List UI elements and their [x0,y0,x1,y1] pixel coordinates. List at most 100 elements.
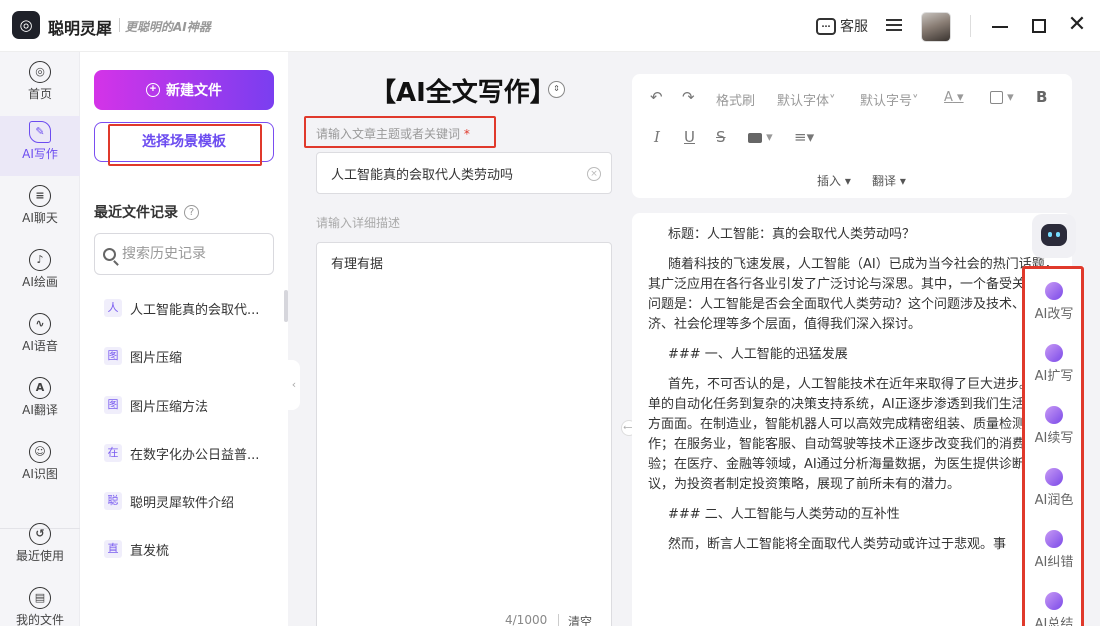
mode-switch-icon[interactable]: ⇕ [548,81,565,98]
char-count: 4/1000 [505,613,548,626]
nav-item-ai-image-recognition[interactable]: ☺ AI识图 [0,436,80,496]
file-label: 人工智能真的会取代... [130,302,260,318]
article-paragraph: ### 一、人工智能的迅猛发展 [668,347,848,362]
underline-button[interactable]: U [684,128,695,146]
editor-toolbar: ↶ ↷ 格式刷 默认字体˅ 默认字号˅ A ▾ ▾ B I U S ▾ ≡▾ 插… [632,74,1072,198]
file-tag-icon: 聪 [104,492,122,510]
highlight-icon [990,91,1003,104]
topic-input[interactable]: 人工智能真的会取代人类劳动吗 × [316,152,612,194]
left-nav: ◎ 首页 ✎ AI写作 ≡ AI聊天 ♪ AI绘画 ∿ AI语音 A AI翻译 … [0,52,80,626]
article-paragraph: 首先，不可否认的是，人工智能技术在近年来取得了巨大进步。从简单的自动化任务到复杂… [648,377,1059,492]
close-icon[interactable]: ✕ [1066,12,1088,38]
files-scrollbar[interactable] [284,290,288,322]
count-divider [558,614,559,626]
chat-icon: ≡ [29,185,51,207]
avatar[interactable] [921,12,951,42]
file-tag-icon: 图 [104,396,122,414]
header-divider [970,15,971,37]
nav-item-home[interactable]: ◎ 首页 [0,56,80,116]
clear-description-button[interactable]: 清空 [568,613,592,626]
font-size-value: 默认字号 [860,94,913,109]
nav-item-my-files[interactable]: ▤ 我的文件 [0,582,80,626]
minimize-icon[interactable] [992,26,1008,28]
collapse-panel-icon[interactable]: ‹ [288,360,300,410]
app-name: 聪明灵犀 [48,19,113,38]
search-icon [103,247,116,261]
nav-label: AI绘画 [22,275,58,289]
nav-item-ai-chat[interactable]: ≡ AI聊天 [0,180,80,240]
generated-article-editor[interactable]: 标题：人工智能：真的会取代人类劳动吗？ 随着科技的飞速发展，人工智能（AI）已成… [632,213,1072,626]
robot-icon [1041,224,1067,246]
file-label: 聪明灵犀软件介绍 [130,495,235,511]
nav-item-ai-translate[interactable]: A AI翻译 [0,372,80,432]
pen-icon: ✎ [29,121,51,143]
font-family-value: 默认字体 [777,94,830,109]
article-paragraph: 然而，断言人工智能将全面取代人类劳动或许过于悲观。事 [668,537,1007,552]
nav-label: 首页 [27,87,52,101]
insert-menu[interactable]: 插入 ▾ [817,172,851,189]
image-scan-icon: ☺ [29,441,51,463]
list-item[interactable]: 直 直发梳 [94,533,274,565]
nav-item-ai-painting[interactable]: ♪ AI绘画 [0,244,80,304]
history-search[interactable] [94,233,274,275]
files-panel: + 新建文件 选择场景模板 最近文件记录 ? 人 人工智能真的会取代... 图 … [80,52,288,626]
ai-tools-highlight-box [1022,266,1084,626]
template-highlight-box [108,124,262,166]
list-item[interactable]: 聪 聪明灵犀软件介绍 [94,485,274,517]
insert-label: 插入 [817,174,842,188]
recent-files-title: 最近文件记录 [94,205,178,221]
title-bar: ◎ 聪明灵犀 更聪明的AI神器 … 客服 ✕ [0,0,1100,52]
file-icon: ▤ [29,587,51,609]
description-textarea[interactable]: 有理有据 [316,242,612,626]
nav-label: AI识图 [22,467,58,481]
clear-icon[interactable]: × [587,167,601,181]
help-icon[interactable]: ? [184,204,199,220]
maximize-icon[interactable] [1032,19,1046,33]
page-title: 【AI全文写作】 [370,78,556,108]
ai-assistant-button[interactable] [1032,214,1076,258]
undo-icon[interactable]: ↶ [650,88,663,106]
list-item[interactable]: 人 人工智能真的会取代... [94,292,274,324]
nav-label: AI聊天 [22,211,58,225]
article-paragraph: 标题：人工智能：真的会取代人类劳动吗？ [668,227,916,242]
menu-icon[interactable] [886,17,902,33]
customer-service-button[interactable]: … 客服 [816,16,868,36]
list-item[interactable]: 图 图片压缩方法 [94,389,274,421]
customer-service-label: 客服 [840,19,868,35]
app-slogan: 更聪明的AI神器 [125,20,211,34]
article-content[interactable]: 标题：人工智能：真的会取代人类劳动吗？ 随着科技的飞速发展，人工智能（AI）已成… [648,225,1058,565]
search-input[interactable] [122,246,262,262]
font-size-select[interactable]: 默认字号˅ [860,90,919,109]
font-family-select[interactable]: 默认字体˅ [777,90,836,109]
article-paragraph: ### 二、人工智能与人类劳动的互补性 [668,507,900,522]
nav-item-recent[interactable]: ↺ 最近使用 [0,518,80,578]
redo-icon[interactable]: ↷ [682,88,695,106]
align-button[interactable]: ≡▾ [794,128,814,146]
list-item[interactable]: 在 在数字化办公日益普... [94,437,274,469]
new-file-button[interactable]: + 新建文件 [94,70,274,110]
clock-icon: ↺ [29,523,51,545]
title-divider [119,18,120,32]
file-tag-icon: 图 [104,347,122,365]
strikethrough-button[interactable]: S [716,128,726,146]
highlight-color-button[interactable]: ▾ [990,90,1014,105]
translate-menu[interactable]: 翻译 ▾ [872,172,906,189]
file-label: 图片压缩方法 [130,399,209,415]
format-painter-button[interactable]: 格式刷 [716,90,755,109]
translate-label: 翻译 [872,174,897,188]
list-item[interactable]: 图 图片压缩 [94,340,274,372]
plus-icon: + [146,83,160,97]
code-icon [748,132,762,143]
bold-button[interactable]: B [1036,88,1047,106]
nav-label: 我的文件 [15,613,64,626]
italic-button[interactable]: I [654,128,660,146]
nav-item-ai-writing[interactable]: ✎ AI写作 [0,116,80,176]
code-block-button[interactable]: ▾ [748,130,773,145]
nav-label: AI写作 [22,147,58,161]
brush-icon: ♪ [29,249,51,271]
font-color-button[interactable]: A ▾ [944,90,964,105]
file-tag-icon: 直 [104,540,122,558]
customer-service-icon: … [816,17,836,35]
align-icon: ≡ [794,128,807,146]
nav-item-ai-voice[interactable]: ∿ AI语音 [0,308,80,368]
